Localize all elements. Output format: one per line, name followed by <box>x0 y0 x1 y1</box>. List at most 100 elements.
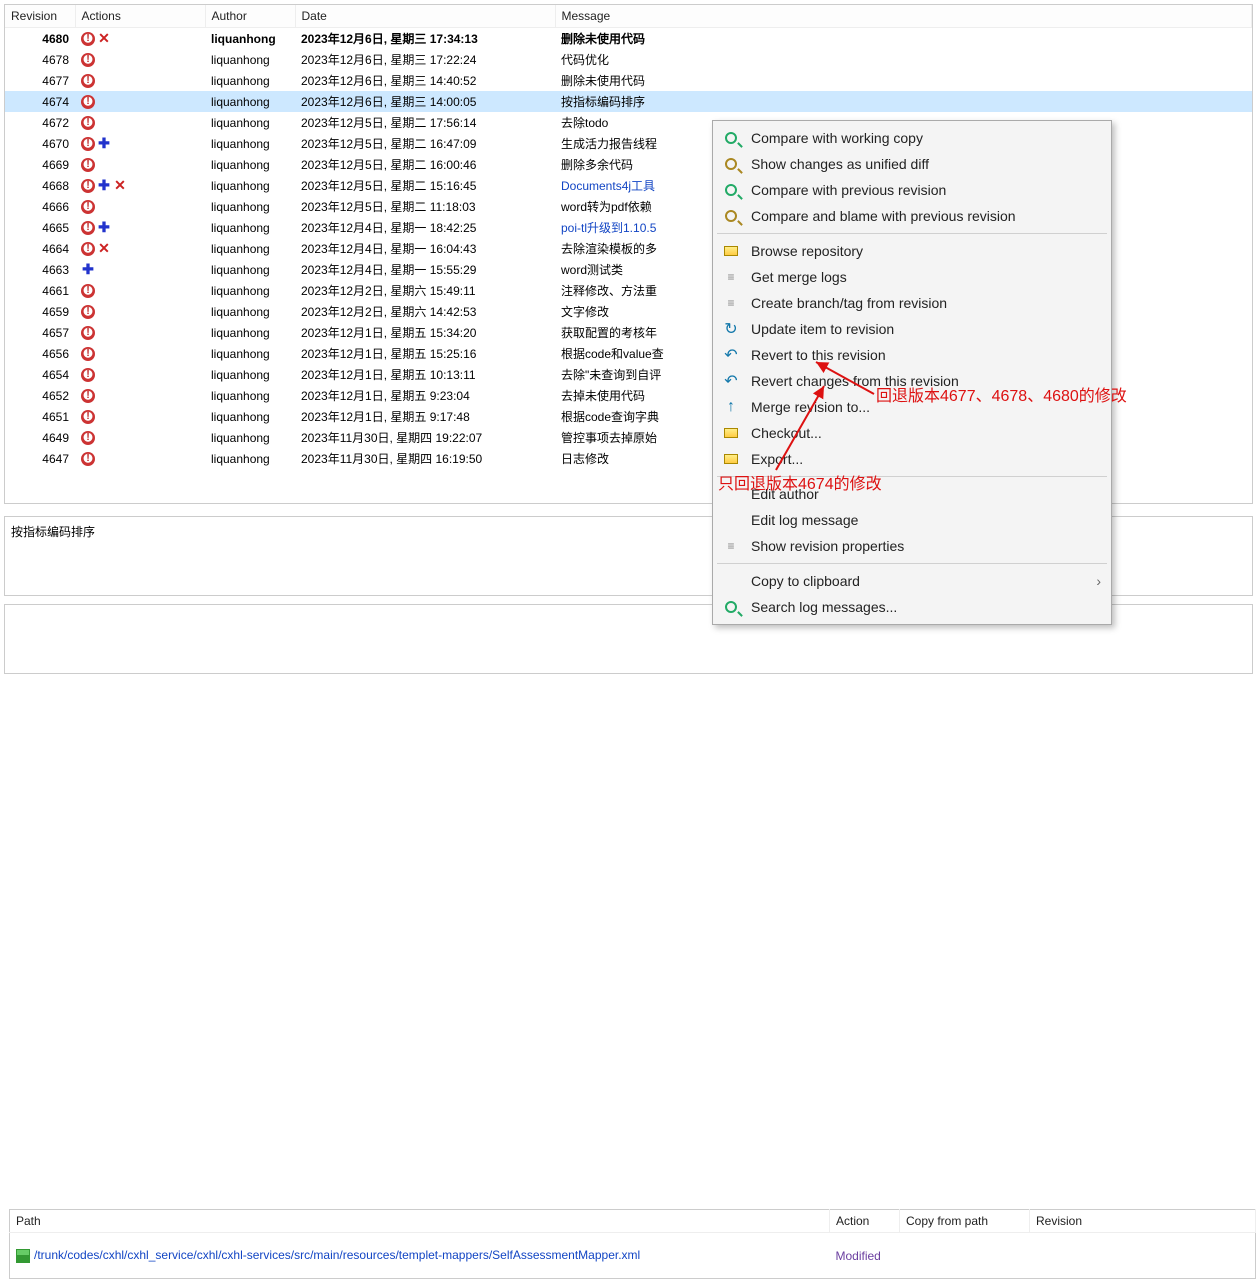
deleted-icon: ✕ <box>113 179 127 193</box>
cell-actions: ✚✕ <box>75 175 205 196</box>
menu-item[interactable]: ↶Revert changes from this revision <box>715 368 1109 394</box>
col-date[interactable]: Date <box>295 5 555 28</box>
cell-author: liquanhong <box>205 217 295 238</box>
modified-icon <box>81 305 95 319</box>
col-revision[interactable]: Revision <box>5 5 75 28</box>
menu-icon <box>721 485 741 503</box>
context-menu[interactable]: Compare with working copy Show changes as… <box>712 120 1112 625</box>
cell-author: liquanhong <box>205 49 295 70</box>
added-icon: ✚ <box>97 179 111 193</box>
menu-item-label: Compare with previous revision <box>751 182 946 198</box>
log-row[interactable]: 4678liquanhong2023年12月6日, 星期三 17:22:24代码… <box>5 49 1252 70</box>
cell-author: liquanhong <box>205 427 295 448</box>
cell-author: liquanhong <box>205 364 295 385</box>
cell-revision: 4652 <box>5 385 75 406</box>
added-icon: ✚ <box>81 263 95 277</box>
col-author[interactable]: Author <box>205 5 295 28</box>
cell-date: 2023年12月6日, 星期三 17:34:13 <box>295 28 555 50</box>
col-message[interactable]: Message <box>555 5 1252 28</box>
cell-date: 2023年12月2日, 星期六 14:42:53 <box>295 301 555 322</box>
menu-item[interactable]: ≡Show revision properties <box>715 533 1109 559</box>
menu-item[interactable]: Compare with working copy <box>715 125 1109 151</box>
paths-table[interactable]: Path Action Copy from path Revision /tru… <box>9 1209 1256 1279</box>
modified-icon <box>81 95 95 109</box>
cell-author: liquanhong <box>205 154 295 175</box>
menu-item[interactable]: Edit log message <box>715 507 1109 533</box>
cell-revision: 4677 <box>5 70 75 91</box>
col-path[interactable]: Path <box>10 1210 830 1233</box>
cell-author: liquanhong <box>205 385 295 406</box>
menu-item[interactable]: Export... <box>715 446 1109 472</box>
cell-revision: 4664 <box>5 238 75 259</box>
log-row[interactable]: 4680✕liquanhong2023年12月6日, 星期三 17:34:13删… <box>5 28 1252 50</box>
cell-revision: 4672 <box>5 112 75 133</box>
cell-actions <box>75 70 205 91</box>
menu-item-label: Show revision properties <box>751 538 904 554</box>
col-action[interactable]: Action <box>830 1210 900 1233</box>
added-icon: ✚ <box>97 221 111 235</box>
menu-item[interactable]: ≡ Create branch/tag from revision <box>715 290 1109 316</box>
menu-item[interactable]: Browse repository <box>715 238 1109 264</box>
menu-item[interactable]: ↑ Merge revision to... <box>715 394 1109 420</box>
cell-date: 2023年12月6日, 星期三 14:40:52 <box>295 70 555 91</box>
modified-icon <box>81 326 95 340</box>
cell-author: liquanhong <box>205 238 295 259</box>
cell-author: liquanhong <box>205 322 295 343</box>
cell-actions: ✚ <box>75 217 205 238</box>
cell-author: liquanhong <box>205 28 295 50</box>
menu-item[interactable]: ↻Update item to revision <box>715 316 1109 342</box>
menu-item[interactable]: ≡Get merge logs <box>715 264 1109 290</box>
menu-item-label: Copy to clipboard <box>751 573 860 589</box>
menu-item-label: Merge revision to... <box>751 399 870 415</box>
menu-item[interactable]: Edit author <box>715 481 1109 507</box>
col-path-rev[interactable]: Revision <box>1030 1210 1256 1233</box>
cell-actions <box>75 427 205 448</box>
menu-icon <box>721 207 741 225</box>
cell-actions <box>75 364 205 385</box>
col-actions[interactable]: Actions <box>75 5 205 28</box>
cell-revision: 4680 <box>5 28 75 50</box>
modified-icon <box>81 74 95 88</box>
col-copy-from[interactable]: Copy from path <box>900 1210 1030 1233</box>
menu-item-label: Create branch/tag from revision <box>751 295 947 311</box>
cell-author: liquanhong <box>205 112 295 133</box>
menu-item[interactable]: Checkout... <box>715 420 1109 446</box>
menu-item[interactable]: Compare and blame with previous revision <box>715 203 1109 229</box>
cell-author: liquanhong <box>205 280 295 301</box>
menu-icon <box>721 181 741 199</box>
menu-item-label: Show changes as unified diff <box>751 156 929 172</box>
modified-icon <box>81 53 95 67</box>
cell-author: liquanhong <box>205 133 295 154</box>
menu-item-label: Edit author <box>751 486 819 502</box>
menu-icon: ↑ <box>721 398 741 416</box>
submenu-indicator: › <box>1096 573 1101 589</box>
path-row[interactable]: /trunk/codes/cxhl/cxhl_service/cxhl/cxhl… <box>10 1233 1256 1279</box>
menu-separator <box>717 563 1107 564</box>
cell-author: liquanhong <box>205 301 295 322</box>
cell-date: 2023年12月6日, 星期三 14:00:05 <box>295 91 555 112</box>
menu-item-label: Get merge logs <box>751 269 847 285</box>
menu-item[interactable]: Compare with previous revision <box>715 177 1109 203</box>
menu-item[interactable]: Search log messages... <box>715 594 1109 620</box>
menu-icon <box>721 242 741 260</box>
cell-message: 代码优化 <box>555 49 1252 70</box>
log-row[interactable]: 4677liquanhong2023年12月6日, 星期三 14:40:52删除… <box>5 70 1252 91</box>
log-row[interactable]: 4674liquanhong2023年12月6日, 星期三 14:00:05按指… <box>5 91 1252 112</box>
menu-icon <box>721 129 741 147</box>
menu-item[interactable]: Show changes as unified diff <box>715 151 1109 177</box>
menu-icon <box>721 598 741 616</box>
menu-item[interactable]: Copy to clipboard › <box>715 568 1109 594</box>
cell-date: 2023年12月5日, 星期二 15:16:45 <box>295 175 555 196</box>
menu-item-label: Edit log message <box>751 512 858 528</box>
cell-author: liquanhong <box>205 70 295 91</box>
menu-icon: ≡ <box>721 294 741 312</box>
cell-revision: 4663 <box>5 259 75 280</box>
cell-actions: ✕ <box>75 28 205 50</box>
menu-item[interactable]: ↶Revert to this revision <box>715 342 1109 368</box>
modified-icon <box>81 389 95 403</box>
added-icon: ✚ <box>97 137 111 151</box>
cell-revision: 4649 <box>5 427 75 448</box>
cell-revision: 4668 <box>5 175 75 196</box>
cell-actions <box>75 196 205 217</box>
cell-actions: ✚ <box>75 133 205 154</box>
